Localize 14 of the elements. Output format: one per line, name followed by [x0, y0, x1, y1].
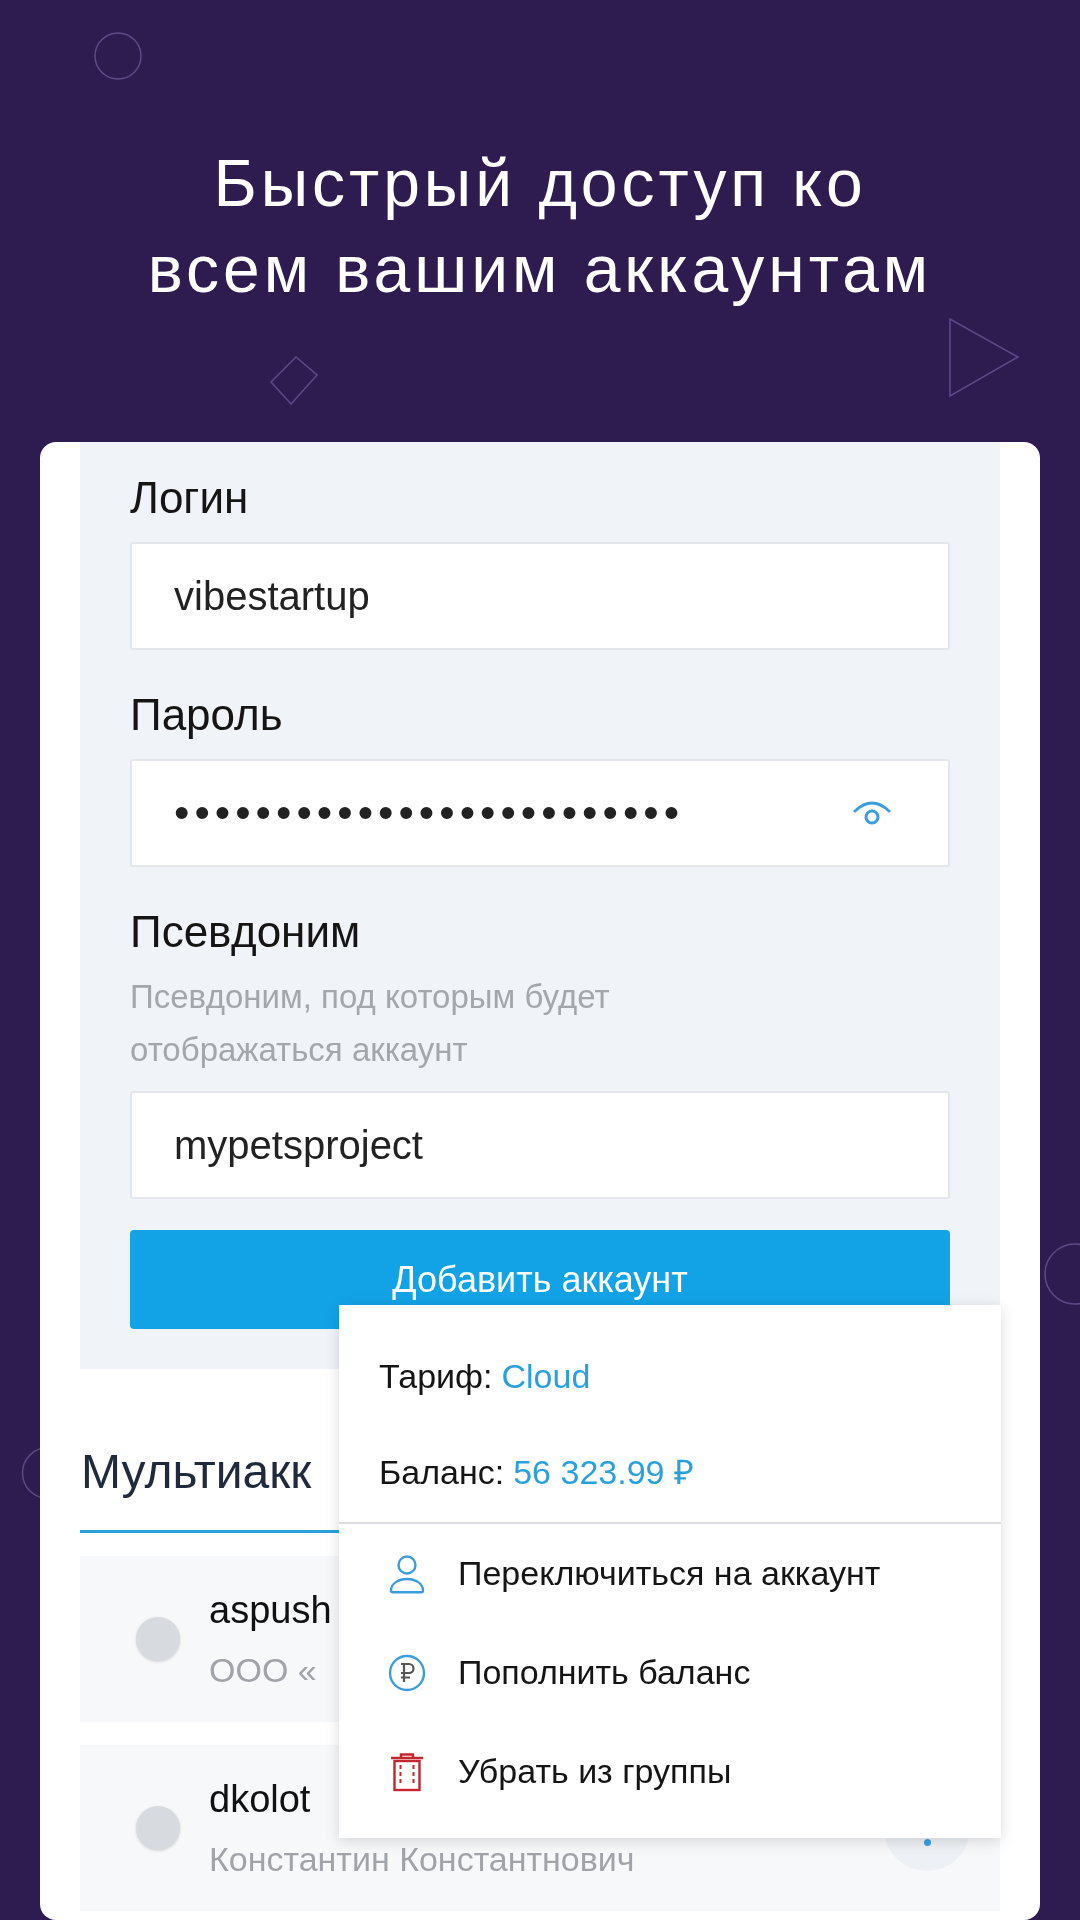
- page-title: Быстрый доступ ко всем вашим аккаунтам: [146, 145, 934, 308]
- detail-label: Баланс:: [379, 1452, 505, 1492]
- detail-value: Cloud: [501, 1356, 591, 1396]
- detail-value: 56 323.99 ₽: [513, 1452, 694, 1492]
- field-label: Пароль: [130, 689, 283, 741]
- field-label: Псевдоним: [130, 906, 361, 958]
- account-login: aspush: [209, 1588, 332, 1633]
- account-subtitle: ООО «: [209, 1650, 317, 1691]
- account-subtitle: Константин Константнович: [209, 1839, 635, 1880]
- section-title: Мультиакк: [81, 1444, 312, 1500]
- account-login: dkolot: [209, 1777, 311, 1822]
- field-hint: Псевдоним, под которым будет отображаться аккаунт: [130, 977, 611, 1070]
- field-label: Логин: [130, 472, 249, 524]
- detail-label: Тариф:: [379, 1356, 493, 1396]
